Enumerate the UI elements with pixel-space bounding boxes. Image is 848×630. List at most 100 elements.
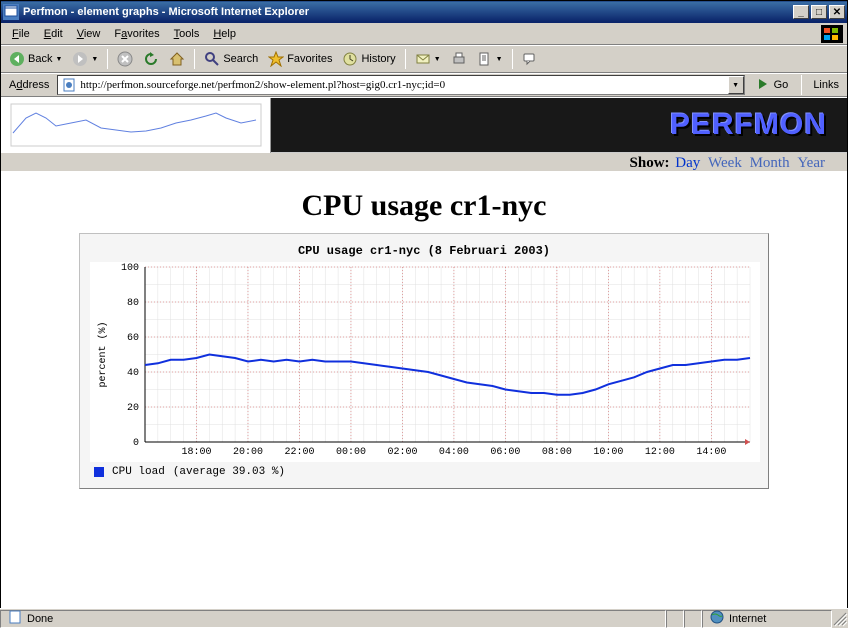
history-button[interactable]: History bbox=[338, 48, 399, 70]
svg-text:80: 80 bbox=[127, 298, 139, 309]
svg-text:0: 0 bbox=[133, 438, 139, 449]
svg-text:40: 40 bbox=[127, 368, 139, 379]
zone-text: Internet bbox=[729, 613, 766, 625]
status-panel-1 bbox=[666, 610, 684, 628]
legend-name: CPU load bbox=[112, 466, 165, 478]
go-icon bbox=[755, 76, 771, 95]
search-button[interactable]: Search bbox=[200, 48, 262, 70]
page-icon bbox=[7, 609, 23, 628]
go-label: Go bbox=[774, 79, 789, 91]
print-icon bbox=[451, 51, 467, 67]
perfmon-logo: PERFMON bbox=[670, 108, 827, 142]
discuss-icon bbox=[522, 51, 538, 67]
addressbar: Address ▼ Go Links bbox=[1, 73, 847, 97]
svg-text:22:00: 22:00 bbox=[284, 447, 314, 458]
chevron-down-icon: ▼ bbox=[434, 56, 441, 63]
svg-text:00:00: 00:00 bbox=[336, 447, 366, 458]
maximize-button[interactable]: □ bbox=[811, 5, 827, 19]
banner: PERFMON bbox=[271, 98, 847, 152]
refresh-button[interactable] bbox=[139, 48, 163, 70]
svg-text:18:00: 18:00 bbox=[181, 447, 211, 458]
svg-text:60: 60 bbox=[127, 333, 139, 344]
page-title: CPU usage cr1-nyc bbox=[1, 171, 847, 233]
window-title: Perfmon - element graphs - Microsoft Int… bbox=[23, 6, 791, 18]
links-label[interactable]: Links bbox=[809, 79, 843, 91]
show-label: Show: bbox=[630, 155, 670, 171]
status-zone: Internet bbox=[702, 610, 832, 628]
legend-avg: (average 39.03 %) bbox=[173, 466, 285, 478]
search-icon bbox=[204, 51, 220, 67]
show-year-link[interactable]: Year bbox=[795, 155, 827, 171]
globe-icon bbox=[709, 609, 725, 628]
home-icon bbox=[169, 51, 185, 67]
menu-favorites[interactable]: Favorites bbox=[107, 26, 166, 42]
legend-swatch bbox=[94, 467, 104, 477]
svg-text:10:00: 10:00 bbox=[593, 447, 623, 458]
menu-file[interactable]: File bbox=[5, 26, 37, 42]
chevron-down-icon: ▼ bbox=[55, 56, 62, 63]
minimize-button[interactable]: _ bbox=[793, 5, 809, 19]
back-button[interactable]: Back ▼ bbox=[5, 48, 66, 70]
svg-text:12:00: 12:00 bbox=[645, 447, 675, 458]
resize-grip[interactable] bbox=[832, 611, 848, 627]
favorites-button[interactable]: Favorites bbox=[264, 48, 336, 70]
print-button[interactable] bbox=[447, 48, 471, 70]
close-button[interactable]: ✕ bbox=[829, 5, 845, 19]
chart-container: CPU usage cr1-nyc (8 Februari 2003) 18:0… bbox=[79, 233, 769, 489]
show-month-link[interactable]: Month bbox=[748, 155, 792, 171]
status-main: Done bbox=[0, 610, 666, 628]
page-header: PERFMON bbox=[1, 98, 847, 153]
menu-view[interactable]: View bbox=[70, 26, 108, 42]
chart-canvas: 18:0020:0022:0000:0002:0004:0006:0008:00… bbox=[90, 262, 760, 462]
statusbar: Done Internet bbox=[0, 608, 848, 628]
page-icon bbox=[61, 77, 77, 93]
address-combo[interactable]: ▼ bbox=[57, 75, 744, 95]
url-input[interactable] bbox=[80, 77, 727, 93]
svg-text:02:00: 02:00 bbox=[387, 447, 417, 458]
history-icon bbox=[342, 51, 358, 67]
refresh-icon bbox=[143, 51, 159, 67]
address-dropdown-button[interactable]: ▼ bbox=[728, 76, 744, 94]
svg-text:100: 100 bbox=[121, 263, 139, 274]
chart-legend: CPU load (average 39.03 %) bbox=[90, 462, 758, 478]
menu-tools[interactable]: Tools bbox=[167, 26, 207, 42]
star-icon bbox=[268, 51, 284, 67]
svg-text:14:00: 14:00 bbox=[696, 447, 726, 458]
chevron-down-icon: ▼ bbox=[91, 56, 98, 63]
edit-button[interactable]: ▼ bbox=[473, 48, 507, 70]
stop-button[interactable] bbox=[113, 48, 137, 70]
menu-edit[interactable]: Edit bbox=[37, 26, 70, 42]
mail-icon bbox=[415, 51, 431, 67]
status-panel-2 bbox=[684, 610, 702, 628]
show-week-link[interactable]: Week bbox=[706, 155, 744, 171]
discuss-button[interactable] bbox=[518, 48, 542, 70]
menu-help[interactable]: Help bbox=[206, 26, 243, 42]
toolbar: Back ▼ ▼ Search Favorites History ▼ ▼ bbox=[1, 45, 847, 73]
forward-button[interactable]: ▼ bbox=[68, 48, 102, 70]
svg-text:20: 20 bbox=[127, 403, 139, 414]
show-day-link[interactable]: Day bbox=[673, 155, 702, 171]
svg-text:08:00: 08:00 bbox=[542, 447, 572, 458]
edit-icon bbox=[477, 51, 493, 67]
menubar: File Edit View Favorites Tools Help bbox=[1, 23, 847, 45]
svg-text:06:00: 06:00 bbox=[490, 447, 520, 458]
history-label: History bbox=[361, 53, 395, 65]
address-label: Address bbox=[5, 79, 53, 91]
svg-text:percent (%): percent (%) bbox=[97, 321, 109, 387]
back-icon bbox=[9, 51, 25, 67]
forward-icon bbox=[72, 51, 88, 67]
thumbnail-chart[interactable] bbox=[1, 98, 271, 153]
search-label: Search bbox=[223, 53, 258, 65]
app-icon bbox=[3, 4, 19, 20]
window-titlebar: Perfmon - element graphs - Microsoft Int… bbox=[1, 1, 847, 23]
chevron-down-icon: ▼ bbox=[496, 56, 503, 63]
show-bar: Show: Day Week Month Year bbox=[1, 153, 847, 171]
go-button[interactable]: Go bbox=[749, 75, 795, 95]
status-text: Done bbox=[27, 613, 53, 625]
stop-icon bbox=[117, 51, 133, 67]
mail-button[interactable]: ▼ bbox=[411, 48, 445, 70]
ie-logo-icon bbox=[821, 25, 843, 43]
favorites-label: Favorites bbox=[287, 53, 332, 65]
home-button[interactable] bbox=[165, 48, 189, 70]
svg-text:04:00: 04:00 bbox=[439, 447, 469, 458]
